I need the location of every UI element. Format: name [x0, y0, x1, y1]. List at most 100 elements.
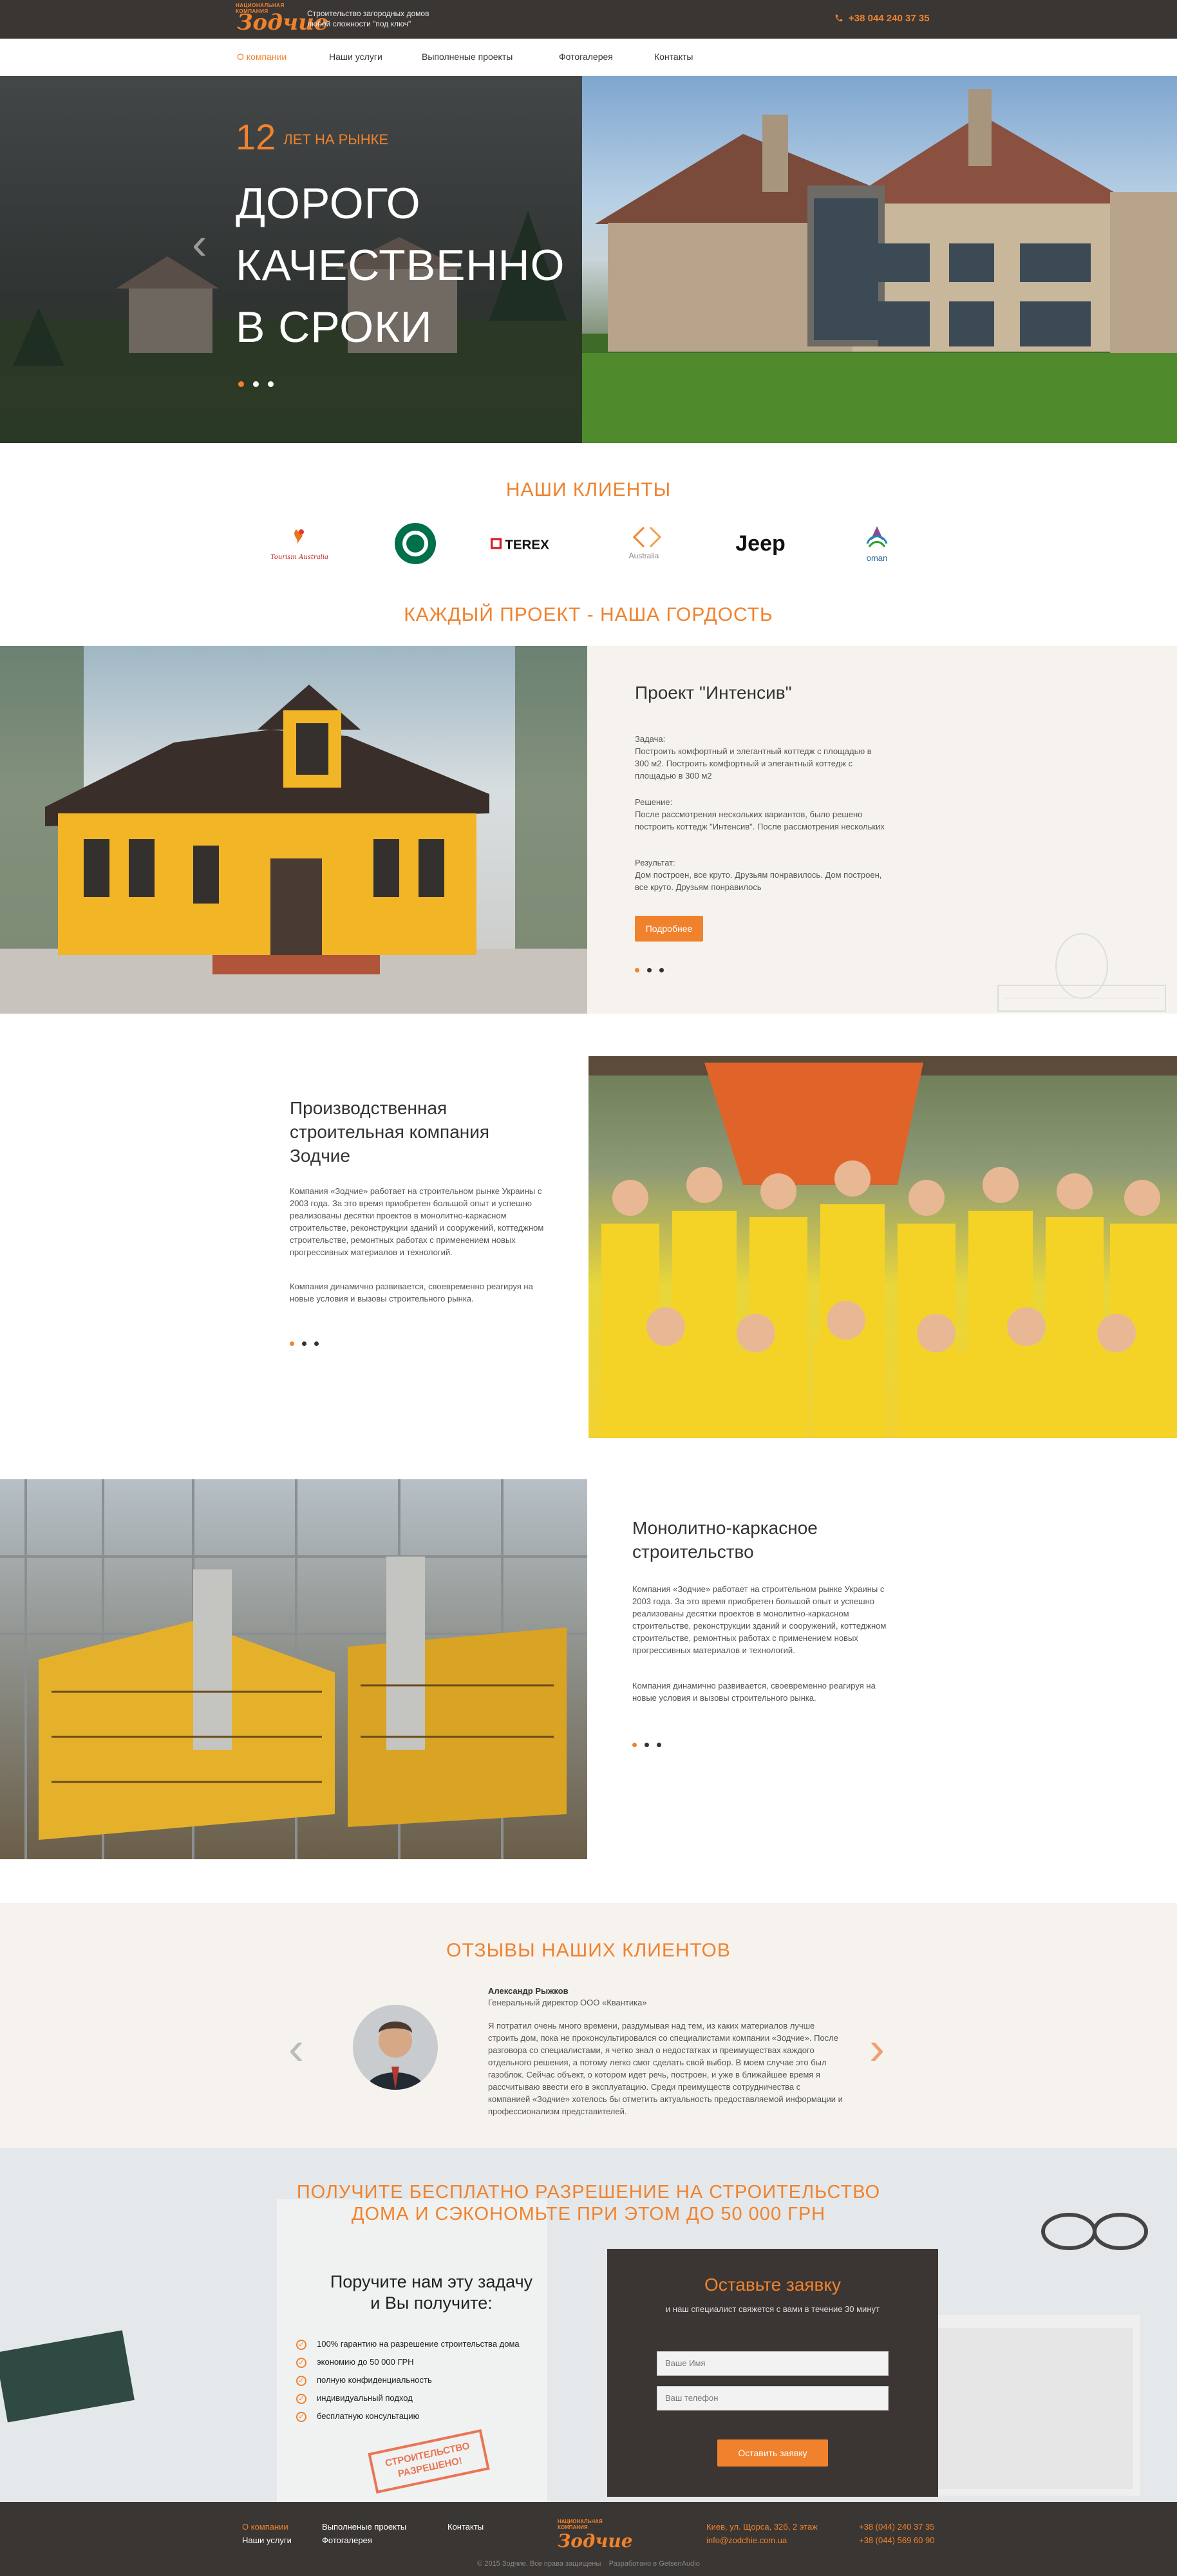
years-text: ЛЕТ НА РЫНКЕ	[283, 131, 389, 147]
client-logo-starbucks	[377, 520, 454, 567]
reviewer-name: Александр Рыжков	[488, 1986, 569, 1996]
footer-link-services[interactable]: Наши услуги	[242, 2535, 292, 2545]
hero-house-image	[582, 76, 1177, 443]
solution-label: Решение:	[635, 797, 673, 807]
client-logo-oman: oman	[838, 520, 916, 567]
benefit-text: 100% гарантию на разрешение строительств…	[317, 2339, 520, 2349]
form-title: Оставьте заявку	[704, 2275, 841, 2295]
footer-phone-2[interactable]: +38 (044) 569 60 90	[859, 2535, 934, 2545]
logo[interactable]: НАЦИОНАЛЬНАЯ КОМПАНИЯ Зодчие	[236, 3, 328, 36]
slide-dot[interactable]	[632, 1743, 637, 1747]
hero-pagination	[238, 379, 283, 390]
reviews-title: ОТЗЫВЫ НАШИХ КЛИЕНТОВ	[446, 1940, 731, 1961]
solution-text: После рассмотрения нескольких вариантов,…	[635, 810, 885, 831]
years-number: 12	[236, 117, 276, 157]
phone-input[interactable]: Ваш телефон	[657, 2386, 889, 2410]
project-intensive-result: Результат: Дом построен, все круто. Друз…	[635, 857, 886, 893]
headline-line: ДОРОГО	[236, 179, 421, 228]
client-logo-text: Australia	[629, 551, 659, 560]
benefit-text: полную конфиденциальность	[317, 2375, 432, 2385]
formwork-illustration	[0, 1479, 587, 1859]
top-bar: НАЦИОНАЛЬНАЯ КОМПАНИЯ Зодчие Строительст…	[0, 0, 1177, 39]
benefit-text: экономию до 50 000 ГРН	[317, 2357, 414, 2367]
benefits-list: ✓ 100% гарантию на разрешение строительст…	[296, 2339, 567, 2429]
nav-item-gallery[interactable]: Фотогалерея	[559, 52, 613, 62]
footer-link-gallery[interactable]: Фотогалерея	[322, 2535, 372, 2545]
client-logo-text: Tourism Australia	[270, 554, 328, 561]
footer-logo[interactable]: НАЦИОНАЛЬНАЯ КОМПАНИЯ Зодчие	[558, 2519, 633, 2552]
check-icon: ✓	[296, 2358, 306, 2368]
cta-subtitle: Поручите нам эту задачу и Вы получите:	[296, 2271, 567, 2314]
slide-dot[interactable]	[268, 381, 274, 387]
slide-dot[interactable]	[238, 381, 244, 387]
slide-dot[interactable]	[657, 1743, 661, 1747]
project-intensive-task: Задача: Построить комфортный и элегантны…	[635, 733, 886, 782]
cta-subtitle-line: Поручите нам эту задачу	[330, 2272, 533, 2291]
main-nav: О компании Наши услуги Выполненые проект…	[0, 39, 1177, 76]
slide-dot[interactable]	[290, 1341, 294, 1346]
task-text: Построить комфортный и элегантный коттед…	[635, 746, 872, 781]
benefit-item: ✓ полную конфиденциальность	[296, 2375, 567, 2393]
check-icon: ✓	[296, 2394, 306, 2404]
footer-phone-1[interactable]: +38 (044) 240 37 35	[859, 2522, 934, 2532]
company-heading: Производственная строительная компания З…	[290, 1098, 490, 1166]
projects-title: КАЖДЫЙ ПРОЕКТ - НАША ГОРДОСТЬ	[404, 604, 773, 625]
form-subtitle: и наш специалист свяжется с вами в течен…	[666, 2304, 880, 2314]
review-next-arrow-icon[interactable]: ›	[869, 2022, 885, 2075]
nav-item-services[interactable]: Наши услуги	[329, 52, 382, 62]
hero-prev-arrow-icon[interactable]: ‹	[192, 218, 207, 269]
check-icon: ✓	[296, 2376, 306, 2386]
slide-dot[interactable]	[314, 1341, 319, 1346]
copyright: © 2015 Зодчие. Все права защищены Разраб…	[477, 2560, 700, 2568]
nav-item-contacts[interactable]: Контакты	[654, 52, 693, 62]
result-label: Результат:	[635, 858, 675, 867]
more-button[interactable]: Подробнее	[635, 916, 703, 942]
footer-address: Киев, ул. Щорса, 32б, 2 этаж	[706, 2522, 818, 2532]
footer-link-about[interactable]: О компании	[242, 2522, 288, 2532]
nav-item-about[interactable]: О компании	[237, 52, 287, 62]
slide-dot[interactable]	[302, 1341, 306, 1346]
reviewer-position: Генеральный директор ООО «Квантика»	[488, 1998, 647, 2007]
footer-email[interactable]: info@zodchie.com.ua	[706, 2535, 787, 2545]
company-paragraph-2: Компания динамично развивается, своеврем…	[290, 1282, 533, 1303]
benefit-text: индивидуальный подход	[317, 2393, 413, 2403]
house-illustration	[582, 89, 1177, 443]
headline-line: В СРОКИ	[236, 303, 433, 352]
review-text: Я потратил очень много времени, раздумыв…	[488, 2021, 843, 2116]
client-logo-jeep: Jeep	[722, 520, 799, 567]
cta-title-line: ПОЛУЧИТЕ БЕСПЛАТНО РАЗРЕШЕНИЕ НА СТРОИТЕ…	[296, 2182, 881, 2202]
slide-dot[interactable]	[635, 968, 639, 972]
client-logo-text: Jeep	[735, 531, 786, 556]
header-phone[interactable]: +38 044 240 37 35	[834, 13, 930, 24]
slide-dot[interactable]	[659, 968, 664, 972]
project-image-intensive	[0, 646, 587, 1014]
monolith-heading: Монолитно-каркасное строительство	[632, 1518, 818, 1562]
result-text: Дом построен, все круто. Друзьям понрави…	[635, 870, 882, 892]
slide-dot[interactable]	[647, 968, 652, 972]
footer-link-contacts[interactable]: Контакты	[447, 2522, 484, 2532]
clients-title: НАШИ КЛИЕНТЫ	[505, 479, 672, 500]
benefit-item: ✓ 100% гарантию на разрешение строительст…	[296, 2339, 567, 2357]
monolith-paragraph-1: Компания «Зодчие» работает на строительн…	[632, 1584, 887, 1655]
submit-request-button[interactable]: Оставить заявку	[717, 2439, 828, 2467]
reviewer-avatar	[353, 2005, 438, 2090]
hero-slider: 12 ЛЕТ НА РЫНКЕ ДОРОГО КАЧЕСТВЕННО В СРОК…	[0, 76, 1177, 443]
slide-dot[interactable]	[645, 1743, 649, 1747]
slide-dot[interactable]	[253, 381, 259, 387]
name-input[interactable]: Ваше Имя	[657, 2351, 889, 2376]
client-logo-australia: Australia	[605, 520, 683, 567]
nav-item-projects[interactable]: Выполненые проекты	[422, 52, 513, 62]
benefit-text: бесплатную консультацию	[317, 2411, 420, 2421]
footer-logo-kicker: НАЦИОНАЛЬНАЯ КОМПАНИЯ	[558, 2519, 603, 2530]
benefit-item: ✓ экономию до 50 000 ГРН	[296, 2357, 567, 2375]
blueprint-drawing-decoration	[997, 933, 1166, 1012]
footer-link-projects[interactable]: Выполненые проекты	[322, 2522, 406, 2532]
spacer	[0, 1014, 1177, 1056]
review-prev-arrow-icon[interactable]: ‹	[288, 2022, 304, 2075]
benefit-item: ✓ бесплатную консультацию	[296, 2411, 567, 2429]
cta-title: ПОЛУЧИТЕ БЕСПЛАТНО РАЗРЕШЕНИЕ НА СТРОИТЕ…	[0, 2181, 1177, 2225]
tagline: Строительство загородных домов любой сло…	[307, 9, 429, 28]
construction-photo	[0, 1479, 587, 1859]
header-phone-number: +38 044 240 37 35	[849, 13, 930, 24]
company-pagination	[290, 1338, 328, 1349]
